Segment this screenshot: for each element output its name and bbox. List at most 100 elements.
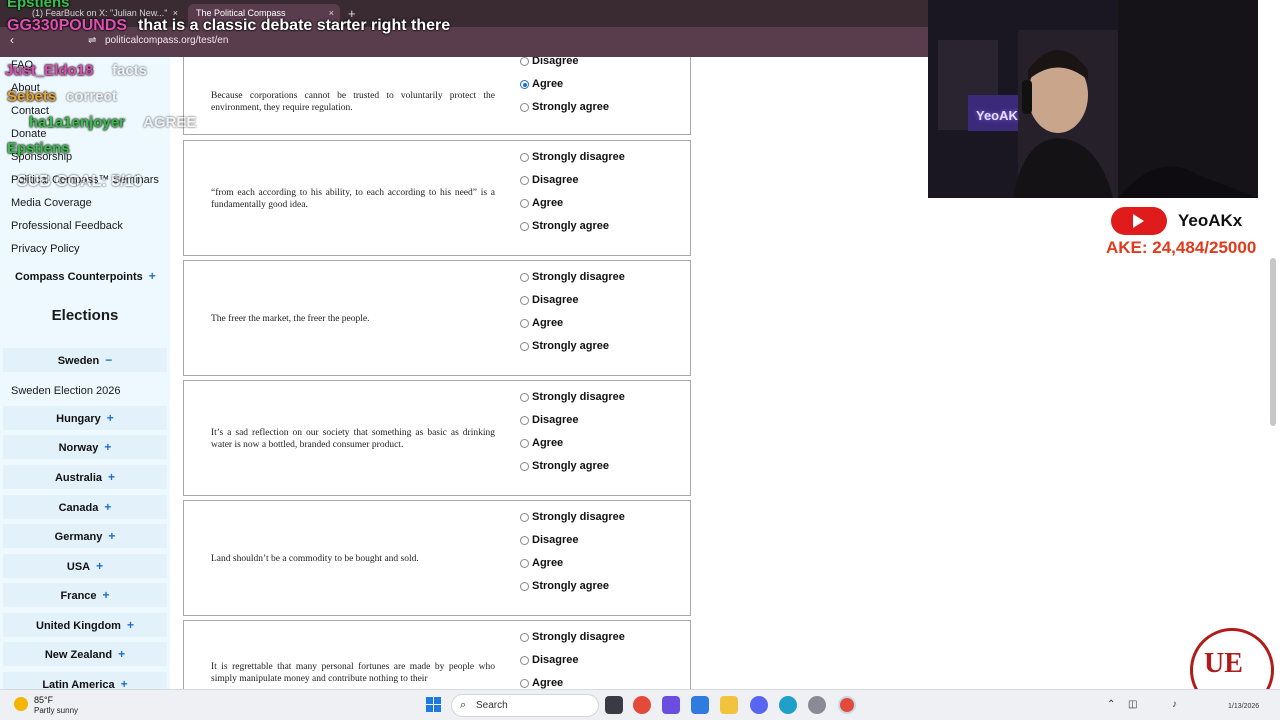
sidebar-compass-counterpoints[interactable]: Compass Counterpoints + bbox=[15, 269, 156, 283]
webcam-scene-right bbox=[1118, 0, 1258, 198]
expand-plus-icon[interactable]: + bbox=[149, 269, 156, 283]
question-text: “from each according to his ability, to … bbox=[211, 188, 495, 210]
taskbar-clock[interactable]: 1/13/2026 bbox=[1228, 703, 1259, 710]
radio-strongly-agree[interactable] bbox=[520, 582, 529, 591]
settings-icon[interactable] bbox=[808, 696, 826, 714]
expand-plus-icon[interactable]: + bbox=[104, 495, 111, 519]
radio-agree[interactable] bbox=[520, 80, 529, 89]
sidebar-country-new-zealand[interactable]: New Zealand + bbox=[3, 642, 167, 666]
discord-icon[interactable] bbox=[750, 696, 768, 714]
country-label: New Zealand bbox=[44, 649, 113, 661]
back-arrow-icon[interactable]: ‹ bbox=[10, 33, 24, 47]
site-info-icon[interactable]: ⇌ bbox=[88, 35, 96, 46]
collapse-minus-icon[interactable]: − bbox=[105, 348, 112, 372]
radio-agree[interactable] bbox=[520, 439, 529, 448]
expand-plus-icon[interactable]: + bbox=[104, 435, 111, 459]
store-icon[interactable] bbox=[691, 696, 709, 714]
weather-description[interactable]: Partly sunny bbox=[34, 706, 78, 715]
radio-agree[interactable] bbox=[520, 559, 529, 568]
chrome-active-icon[interactable] bbox=[838, 696, 856, 714]
sidebar-link-media-coverage[interactable]: Media Coverage bbox=[11, 197, 92, 209]
ue-logo-text: UE bbox=[1204, 648, 1243, 679]
option-label: Agree bbox=[532, 557, 564, 569]
url-text[interactable]: politicalcompass.org/test/en bbox=[105, 35, 228, 46]
tray-volume-icon[interactable]: ♪ bbox=[1172, 699, 1177, 710]
radio-disagree[interactable] bbox=[520, 296, 529, 305]
sidebar-country-hungary[interactable]: Hungary + bbox=[3, 406, 167, 430]
expand-plus-icon[interactable]: + bbox=[108, 465, 115, 489]
expand-plus-icon[interactable]: + bbox=[118, 642, 125, 666]
taskbar: 85°F Partly sunny ⌕ Search ⌃ ◫ ♪ 1/13/20… bbox=[0, 689, 1280, 720]
sidebar-country-united-kingdom[interactable]: United Kingdom + bbox=[3, 613, 167, 637]
radio-strongly-disagree[interactable] bbox=[520, 513, 529, 522]
sidebar-country-sweden[interactable]: Sweden − bbox=[3, 348, 167, 372]
radio-strongly-disagree[interactable] bbox=[520, 153, 529, 162]
sidebar-country-france[interactable]: France + bbox=[3, 583, 167, 607]
expand-plus-icon[interactable]: + bbox=[127, 613, 134, 637]
country-label: Sweden bbox=[57, 355, 100, 367]
edge-icon[interactable] bbox=[779, 696, 797, 714]
radio-disagree[interactable] bbox=[520, 57, 529, 66]
radio-strongly-agree[interactable] bbox=[520, 462, 529, 471]
chat-username: Epstiens bbox=[7, 140, 70, 157]
radio-strongly-disagree[interactable] bbox=[520, 393, 529, 402]
sidebar-country-australia[interactable]: Australia + bbox=[3, 465, 167, 489]
windows-start-icon[interactable] bbox=[426, 697, 442, 713]
country-label: Germany bbox=[54, 531, 103, 543]
radio-strongly-disagree[interactable] bbox=[520, 273, 529, 282]
question-text: It’s a sad reflection on our society tha… bbox=[211, 428, 495, 450]
weather-temperature[interactable]: 85°F bbox=[34, 695, 53, 705]
radio-disagree[interactable] bbox=[520, 176, 529, 185]
country-label: Canada bbox=[58, 502, 99, 514]
option-label: Agree bbox=[532, 437, 564, 449]
sub-goal-overlay: SUB GOAL: 5/10 bbox=[17, 173, 143, 190]
task-view-icon[interactable] bbox=[605, 696, 623, 714]
copilot-icon[interactable] bbox=[662, 696, 680, 714]
sidebar-country-norway[interactable]: Norway + bbox=[3, 435, 167, 459]
youtube-play-icon bbox=[1133, 214, 1144, 228]
page-scrollbar[interactable] bbox=[1270, 258, 1276, 426]
radio-disagree[interactable] bbox=[520, 656, 529, 665]
tray-network-icon[interactable]: ◫ bbox=[1128, 699, 1137, 710]
sidebar-country-latin-america[interactable]: Latin America + bbox=[3, 672, 167, 689]
sidebar-link-sweden-election[interactable]: Sweden Election 2026 bbox=[11, 385, 120, 397]
country-label: Hungary bbox=[56, 413, 101, 425]
webcam-feed-background bbox=[1118, 0, 1258, 198]
expand-plus-icon[interactable]: + bbox=[96, 554, 103, 578]
radio-strongly-disagree[interactable] bbox=[520, 633, 529, 642]
file-explorer-icon[interactable] bbox=[720, 696, 738, 714]
neon-sign: YeoAK bbox=[976, 108, 1018, 123]
sidebar-link-professional-feedback[interactable]: Professional Feedback bbox=[11, 220, 123, 232]
country-label: Norway bbox=[58, 442, 99, 454]
option-label: Agree bbox=[532, 677, 564, 689]
expand-plus-icon[interactable]: + bbox=[103, 583, 110, 607]
chat-username: Just_Eldo18 bbox=[5, 62, 94, 79]
question-card: The freer the market, the freer the peop… bbox=[183, 260, 691, 376]
radio-agree[interactable] bbox=[520, 319, 529, 328]
chat-message: AGREE bbox=[143, 114, 197, 131]
country-label: Australia bbox=[54, 472, 103, 484]
sidebar-country-germany[interactable]: Germany + bbox=[3, 524, 167, 548]
option-label: Disagree bbox=[532, 414, 579, 426]
radio-disagree[interactable] bbox=[520, 416, 529, 425]
chrome-icon[interactable] bbox=[633, 696, 651, 714]
tray-chevron-icon[interactable]: ⌃ bbox=[1107, 699, 1115, 710]
sidebar-divider bbox=[170, 57, 178, 689]
option-label: Strongly agree bbox=[532, 580, 610, 592]
sidebar-link-privacy-policy[interactable]: Privacy Policy bbox=[11, 243, 79, 255]
sidebar-country-canada[interactable]: Canada + bbox=[3, 495, 167, 519]
sidebar-country-usa[interactable]: USA + bbox=[3, 554, 167, 578]
country-label: United Kingdom bbox=[36, 620, 121, 632]
taskbar-search-box[interactable]: ⌕ Search bbox=[451, 694, 599, 717]
expand-plus-icon[interactable]: + bbox=[108, 524, 115, 548]
radio-agree[interactable] bbox=[520, 679, 529, 688]
expand-plus-icon[interactable]: + bbox=[121, 672, 128, 689]
radio-strongly-agree[interactable] bbox=[520, 222, 529, 231]
radio-strongly-agree[interactable] bbox=[520, 103, 529, 112]
radio-agree[interactable] bbox=[520, 199, 529, 208]
chat-username: Sebets bbox=[7, 88, 57, 105]
weather-sun-icon[interactable] bbox=[14, 697, 28, 711]
radio-disagree[interactable] bbox=[520, 536, 529, 545]
radio-strongly-agree[interactable] bbox=[520, 342, 529, 351]
expand-plus-icon[interactable]: + bbox=[107, 406, 114, 430]
